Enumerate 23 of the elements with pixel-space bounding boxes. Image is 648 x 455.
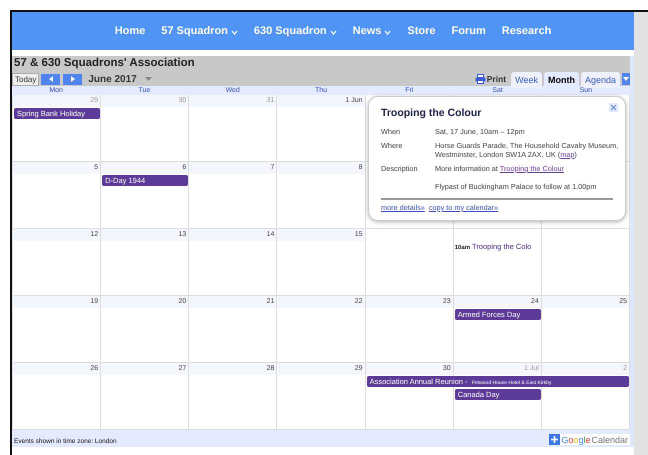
month-label: June 2017 [88,74,137,84]
view-tab[interactable]: Month [544,72,579,88]
left-arrow-icon [48,76,53,82]
view-tab[interactable]: Week [511,72,542,88]
close-icon [610,104,617,111]
chevron-icon [230,30,238,34]
calendar-badge[interactable]: Google Calendar [549,434,630,445]
caret-icon [623,77,629,81]
plus-icon [549,434,560,445]
previous-button[interactable] [41,74,60,84]
chevron-icon [384,30,392,34]
popup-title: Trooping the Colour [381,107,482,119]
print-link[interactable]: Print [474,74,506,84]
calendar-title: 57 & 630 Squadrons' Association [13,57,196,69]
today-button[interactable]: Today [12,72,40,86]
view-tab[interactable]: Agenda [580,72,620,88]
chevron-icon [330,30,337,34]
view-menu-button[interactable] [622,73,630,85]
right-arrow-icon [70,76,75,82]
caret-icon [144,77,152,81]
printer-icon [474,74,486,84]
close-button[interactable] [609,103,618,112]
next-button[interactable] [63,74,82,84]
